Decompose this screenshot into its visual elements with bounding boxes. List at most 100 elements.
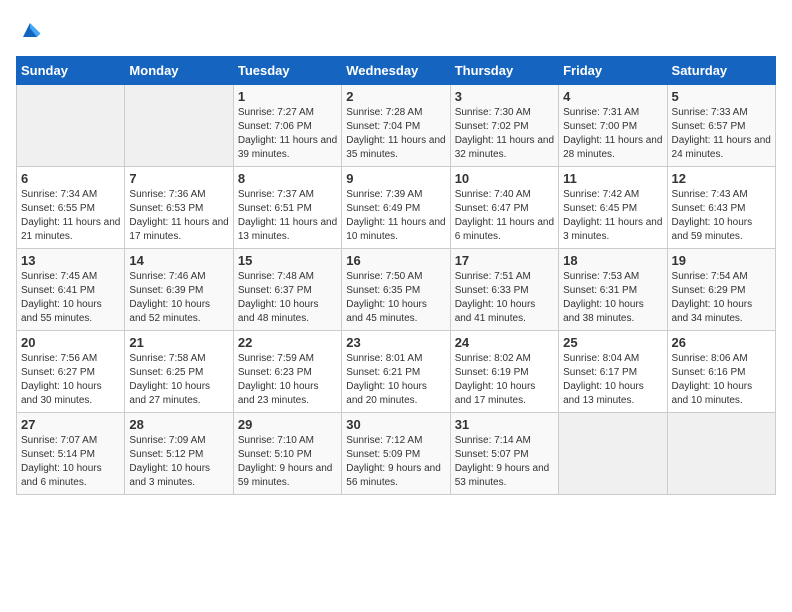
sunset-text: Sunset: 6:16 PM xyxy=(672,367,746,378)
day-number: 10 xyxy=(455,171,554,186)
daylight-text: Daylight: 10 hours and 38 minutes. xyxy=(563,299,644,324)
calendar-cell: 30 Sunrise: 7:12 AMSunset: 5:09 PMDayligh… xyxy=(342,413,450,495)
day-number: 17 xyxy=(455,253,554,268)
daylight-text: Daylight: 10 hours and 48 minutes. xyxy=(238,299,319,324)
daylight-text: Daylight: 10 hours and 13 minutes. xyxy=(563,381,644,406)
day-number: 9 xyxy=(346,171,445,186)
day-number: 30 xyxy=(346,417,445,432)
sunrise-text: Sunrise: 7:30 AM xyxy=(455,107,531,118)
sunset-text: Sunset: 7:00 PM xyxy=(563,121,637,132)
sunset-text: Sunset: 7:04 PM xyxy=(346,121,420,132)
day-number: 8 xyxy=(238,171,337,186)
sunset-text: Sunset: 6:37 PM xyxy=(238,285,312,296)
daylight-text: Daylight: 9 hours and 59 minutes. xyxy=(238,463,333,488)
cell-info: Sunrise: 7:53 AMSunset: 6:31 PMDaylight:… xyxy=(563,270,662,326)
sunset-text: Sunset: 6:43 PM xyxy=(672,203,746,214)
daylight-text: Daylight: 11 hours and 32 minutes. xyxy=(455,135,554,160)
sunset-text: Sunset: 6:51 PM xyxy=(238,203,312,214)
day-number: 20 xyxy=(21,335,120,350)
day-number: 4 xyxy=(563,89,662,104)
daylight-text: Daylight: 10 hours and 55 minutes. xyxy=(21,299,102,324)
cell-info: Sunrise: 7:09 AMSunset: 5:12 PMDaylight:… xyxy=(129,434,228,490)
calendar-cell: 1 Sunrise: 7:27 AM Sunset: 7:06 PM Daylight… xyxy=(233,85,341,167)
cell-info: Sunrise: 7:33 AMSunset: 6:57 PMDaylight:… xyxy=(672,106,771,162)
day-number: 3 xyxy=(455,89,554,104)
sunset-text: Sunset: 6:35 PM xyxy=(346,285,420,296)
calendar-cell: 2Sunrise: 7:28 AMSunset: 7:04 PMDaylight… xyxy=(342,85,450,167)
daylight-text: Daylight: 11 hours and 3 minutes. xyxy=(563,217,662,242)
cell-info: Sunrise: 8:01 AMSunset: 6:21 PMDaylight:… xyxy=(346,352,445,408)
sunrise-text: Sunrise: 8:02 AM xyxy=(455,353,531,364)
calendar-cell: 29Sunrise: 7:10 AMSunset: 5:10 PMDayligh… xyxy=(233,413,341,495)
cell-info: Sunrise: 7:46 AM Sunset: 6:39 PM Daylight:… xyxy=(129,270,228,326)
sunset-text: Sunset: 6:39 PM xyxy=(129,285,203,296)
cell-info: Sunrise: 8:06 AMSunset: 6:16 PMDaylight:… xyxy=(672,352,771,408)
sunrise-text: Sunrise: 7:46 AM xyxy=(129,271,205,282)
calendar-cell: 28Sunrise: 7:09 AMSunset: 5:12 PMDayligh… xyxy=(125,413,233,495)
sunrise-text: Sunrise: 7:31 AM xyxy=(563,107,639,118)
day-number: 31 xyxy=(455,417,554,432)
daylight-text: Daylight: 10 hours and 45 minutes. xyxy=(346,299,427,324)
cell-info: Sunrise: 7:37 AMSunset: 6:51 PMDaylight:… xyxy=(238,188,337,244)
daylight-text: Daylight: 11 hours and 28 minutes. xyxy=(563,135,662,160)
daylight-text: Daylight: 10 hours and 59 minutes. xyxy=(672,217,753,242)
day-number: 15 xyxy=(238,253,337,268)
sunset-text: Sunset: 6:19 PM xyxy=(455,367,529,378)
calendar-cell: 7Sunrise: 7:36 AMSunset: 6:53 PMDaylight… xyxy=(125,167,233,249)
sunrise-text: Sunrise: 7:45 AM xyxy=(21,271,97,282)
daylight-text: Daylight: 11 hours and 10 minutes. xyxy=(346,217,445,242)
day-number: 29 xyxy=(238,417,337,432)
sunrise-text: Sunrise: 7:14 AM xyxy=(455,435,531,446)
calendar-cell: 5 Sunrise: 7:33 AMSunset: 6:57 PMDaylight… xyxy=(667,85,775,167)
cell-info: Sunrise: 7:12 AMSunset: 5:09 PMDaylight:… xyxy=(346,434,445,490)
sunrise-text: Sunrise: 7:36 AM xyxy=(129,189,205,200)
day-number: 11 xyxy=(563,171,662,186)
sunrise-text: Sunrise: 7:39 AM xyxy=(346,189,422,200)
sunset-text: Sunset: 6:29 PM xyxy=(672,285,746,296)
logo-icon xyxy=(16,16,44,44)
calendar-cell: 15Sunrise: 7:48 AMSunset: 6:37 PMDayligh… xyxy=(233,249,341,331)
daylight-text: Daylight: 10 hours and 41 minutes. xyxy=(455,299,536,324)
sunrise-text: Sunrise: 8:04 AM xyxy=(563,353,639,364)
calendar-week-row: 20Sunrise: 7:56 AMSunset: 6:27 PMDayligh… xyxy=(17,331,776,413)
cell-info: Sunrise: 7:34 AMSunset: 6:55 PMDaylight:… xyxy=(21,188,120,244)
daylight-text: Daylight: 10 hours and 52 minutes. xyxy=(129,299,210,324)
day-number: 26 xyxy=(672,335,771,350)
calendar-cell: 27Sunrise: 7:07 AMSunset: 5:14 PMDayligh… xyxy=(17,413,125,495)
calendar-cell: 18 Sunrise: 7:53 AMSunset: 6:31 PMDayligh… xyxy=(559,249,667,331)
cell-info: Sunrise: 7:39 AMSunset: 6:49 PMDaylight:… xyxy=(346,188,445,244)
sunrise-text: Sunrise: 7:40 AM xyxy=(455,189,531,200)
calendar-week-row: 27Sunrise: 7:07 AMSunset: 5:14 PMDayligh… xyxy=(17,413,776,495)
weekday-header: Saturday xyxy=(667,57,775,85)
calendar-cell: 11Sunrise: 7:42 AMSunset: 6:45 PMDayligh… xyxy=(559,167,667,249)
sunset-text: Sunset: 6:57 PM xyxy=(672,121,746,132)
weekday-header: Sunday xyxy=(17,57,125,85)
calendar-cell: 25Sunrise: 8:04 AMSunset: 6:17 PMDayligh… xyxy=(559,331,667,413)
cell-info: Sunrise: 7:14 AMSunset: 5:07 PMDaylight:… xyxy=(455,434,554,490)
day-number: 2 xyxy=(346,89,445,104)
cell-info: Sunrise: 7:31 AM Sunset: 7:00 PM Daylight:… xyxy=(563,106,662,162)
day-number: 1 xyxy=(238,89,337,104)
calendar-cell: 3Sunrise: 7:30 AMSunset: 7:02 PMDaylight… xyxy=(450,85,558,167)
daylight-text: Daylight: 11 hours and 39 minutes. xyxy=(238,135,337,160)
day-number: 14 xyxy=(129,253,228,268)
sunrise-text: Sunrise: 7:58 AM xyxy=(129,353,205,364)
daylight-text: Daylight: 10 hours and 27 minutes. xyxy=(129,381,210,406)
calendar-cell: 22Sunrise: 7:59 AMSunset: 6:23 PMDayligh… xyxy=(233,331,341,413)
day-number: 5 xyxy=(672,89,771,104)
cell-info: Sunrise: 7:07 AMSunset: 5:14 PMDaylight:… xyxy=(21,434,120,490)
sunrise-text: Sunrise: 7:53 AM xyxy=(563,271,639,282)
day-number: 18 xyxy=(563,253,662,268)
sunrise-text: Sunrise: 8:01 AM xyxy=(346,353,422,364)
sunset-text: Sunset: 5:09 PM xyxy=(346,449,420,460)
day-number: 16 xyxy=(346,253,445,268)
sunset-text: Sunset: 6:33 PM xyxy=(455,285,529,296)
sunset-text: Sunset: 7:06 PM xyxy=(238,121,312,132)
calendar-cell: 12Sunrise: 7:43 AMSunset: 6:43 PMDayligh… xyxy=(667,167,775,249)
sunset-text: Sunset: 5:10 PM xyxy=(238,449,312,460)
daylight-text: Daylight: 10 hours and 3 minutes. xyxy=(129,463,210,488)
calendar-cell: 4 Sunrise: 7:31 AM Sunset: 7:00 PM Daylight… xyxy=(559,85,667,167)
weekday-header: Friday xyxy=(559,57,667,85)
sunrise-text: Sunrise: 7:54 AM xyxy=(672,271,748,282)
sunrise-text: Sunrise: 7:27 AM xyxy=(238,107,314,118)
